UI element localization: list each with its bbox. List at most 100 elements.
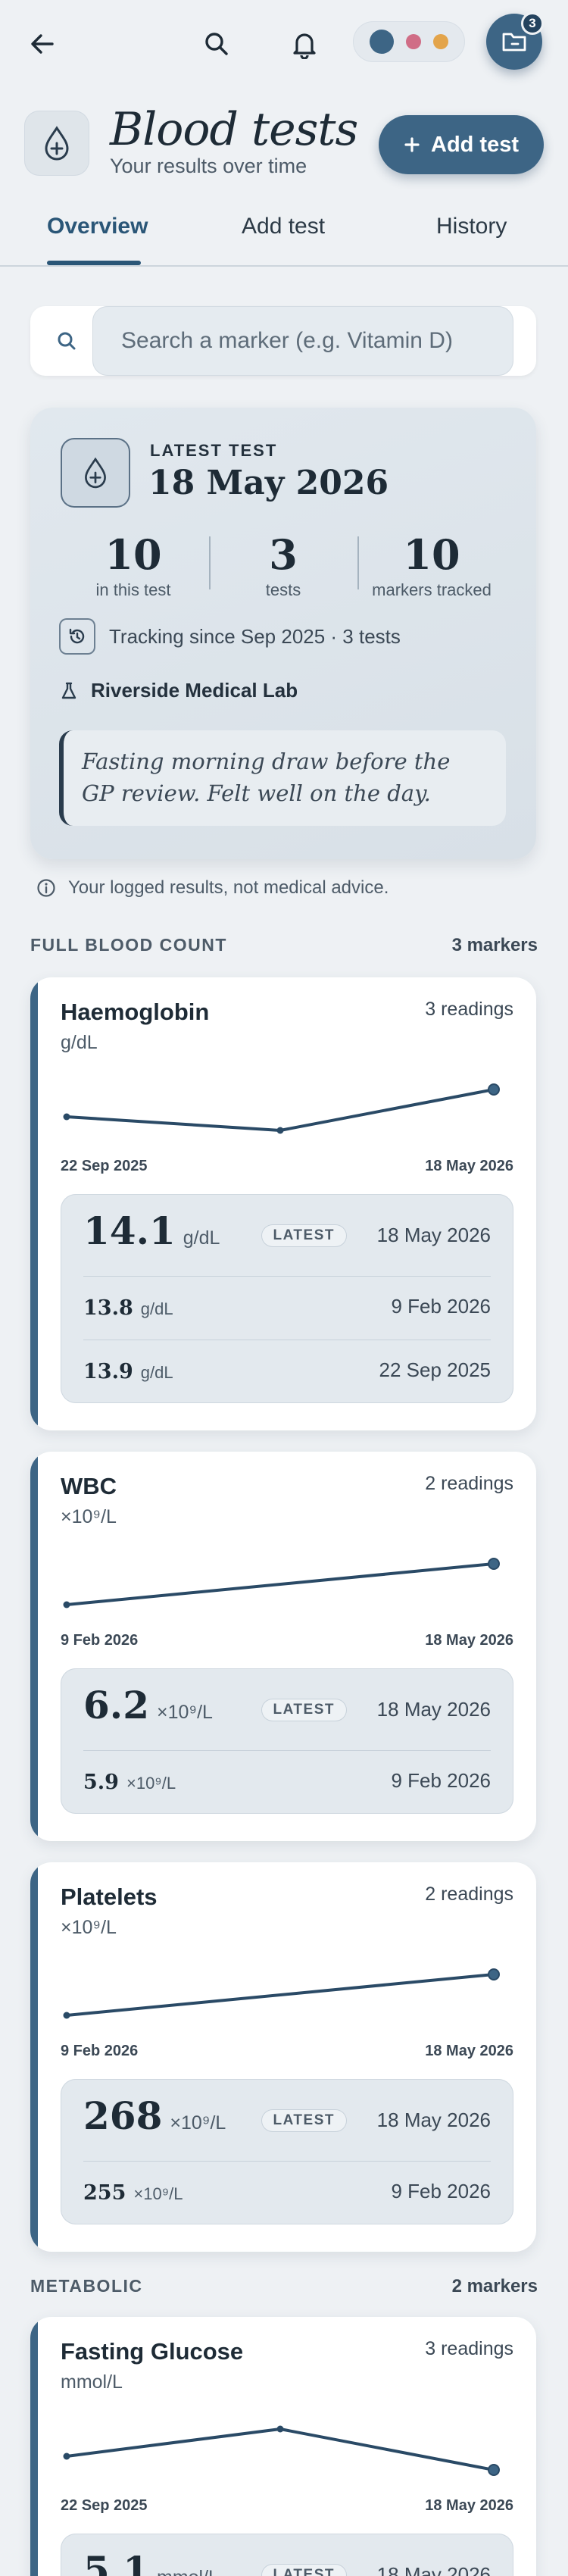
data-point [488, 2464, 500, 2476]
active-tab-indicator [47, 261, 141, 265]
last-date-label: 18 May 2026 [425, 2043, 513, 2059]
reading-row[interactable]: 13.9 g/dL 22 Sep 2025 [83, 1340, 491, 1403]
series-line [66, 2428, 495, 2471]
search-icon[interactable] [195, 23, 238, 65]
marker-card-fasting-glucose[interactable]: Fasting Glucose mmol/L 3 readings 22 Sep… [30, 2317, 536, 2576]
marker-name: Haemoglobin [61, 999, 210, 1025]
reading-value: 14.1 g/dL [83, 1208, 220, 1253]
plus-icon [404, 137, 420, 152]
section-count: 3 markers [451, 935, 538, 955]
series-line [66, 1088, 495, 1132]
stat-value: 10 [105, 530, 162, 579]
add-test-label: Add test [431, 132, 519, 157]
tracking-since: Tracking since Sep 2025 · 3 tests [59, 618, 401, 655]
first-date-label: 22 Sep 2025 [61, 1158, 148, 1174]
stat-in-this-test: 10 in this test [58, 530, 209, 600]
reading-row[interactable]: 255 ×10⁹/L 9 Feb 2026 [83, 2161, 491, 2224]
theme-switcher[interactable] [353, 21, 465, 62]
search-bar: Search a marker (e.g. Vitamin D) [30, 306, 536, 376]
first-date-label: 9 Feb 2026 [61, 2043, 139, 2059]
last-date-label: 18 May 2026 [425, 1632, 513, 1649]
section-title-full-blood-count: FULL BLOOD COUNT [30, 935, 227, 955]
folder-button[interactable]: 3 [486, 12, 544, 70]
marker-card-wbc[interactable]: WBC ×10⁹/L 2 readings 9 Feb 2026 18 May … [30, 1452, 536, 1841]
data-point [63, 1113, 70, 1121]
marker-card-platelets[interactable]: Platelets ×10⁹/L 2 readings 9 Feb 2026 1… [30, 1862, 536, 2252]
stat-value: 10 [403, 530, 460, 579]
readings-box: 14.1 g/dL LATEST 18 May 2026 13.8 g/dL 9 F… [61, 1194, 513, 1403]
reading-count: 3 readings [425, 999, 513, 1020]
stat-tests: 3 tests [208, 530, 359, 600]
reading-value: 6.2 ×10⁹/L [83, 1683, 213, 1727]
history-icon [59, 618, 95, 655]
card-accent-bar [30, 977, 38, 1430]
reading-row-latest[interactable]: 6.2 ×10⁹/L LATEST 18 May 2026 [83, 1668, 491, 1750]
marker-name: WBC [61, 1473, 117, 1499]
sparkline-chart [63, 1968, 500, 2019]
add-test-button[interactable]: Add test [379, 115, 544, 174]
reading-unit: ×10⁹/L [133, 2184, 183, 2203]
series-line [66, 1562, 495, 1606]
reading-value: 13.9 g/dL [83, 1360, 173, 1383]
bell-icon[interactable] [283, 23, 326, 65]
search-icon [51, 324, 82, 358]
marker-name: Fasting Glucose [61, 2338, 244, 2365]
reading-row-latest[interactable]: 268 ×10⁹/L LATEST 18 May 2026 [83, 2079, 491, 2161]
stat-label: tests [265, 580, 301, 599]
tab-overview[interactable]: Overview [47, 214, 148, 239]
reading-count: 2 readings [425, 1473, 513, 1494]
flask-icon [61, 682, 76, 699]
card-accent-bar [30, 1452, 38, 1841]
theme-dot-amber[interactable] [433, 34, 448, 49]
tab-add-test[interactable]: Add test [242, 214, 325, 239]
sparkline-chart [63, 2425, 500, 2476]
reading-date: 18 May 2026 [376, 2109, 491, 2131]
tab-bar: Overview Add test History [0, 205, 568, 267]
theme-dot-pink[interactable] [406, 34, 421, 49]
data-point [488, 1083, 500, 1096]
data-point [276, 1127, 284, 1134]
reading-value: 255 ×10⁹/L [83, 2181, 183, 2205]
marker-unit: mmol/L [61, 2371, 123, 2393]
reading-unit: g/dL [140, 1363, 173, 1382]
reading-unit: ×10⁹/L [157, 1702, 213, 1723]
reading-row[interactable]: 13.8 g/dL 9 Feb 2026 [83, 1276, 491, 1340]
latest-badge: LATEST [261, 1224, 347, 1247]
marker-card-haemoglobin[interactable]: Haemoglobin g/dL 3 readings 22 Sep 2025 … [30, 977, 536, 1430]
sparkline-chart [63, 1558, 500, 1608]
search-input[interactable]: Search a marker (e.g. Vitamin D) [92, 306, 513, 376]
reading-unit: mmol/L [157, 2567, 219, 2576]
tracking-text: Tracking since Sep 2025 · 3 tests [109, 624, 401, 648]
latest-badge: LATEST [261, 2564, 347, 2576]
reading-row-latest[interactable]: 14.1 g/dL LATEST 18 May 2026 [83, 1194, 491, 1276]
disclaimer: Your logged results, not medical advice. [36, 877, 389, 899]
marker-unit: g/dL [61, 1032, 98, 1053]
data-point [488, 1968, 500, 1980]
readings-box: 6.2 ×10⁹/L LATEST 18 May 2026 5.9 ×10⁹/L 9… [61, 1668, 513, 1814]
theme-dot-blue[interactable] [370, 30, 394, 54]
folder-icon [502, 33, 526, 52]
reading-date: 9 Feb 2026 [391, 2180, 491, 2202]
reading-value: 5.1mmol/L [83, 2548, 219, 2576]
reading-unit: ×10⁹/L [170, 2112, 226, 2134]
data-point [488, 1558, 500, 1570]
reading-unit: g/dL [140, 1299, 173, 1318]
reading-row[interactable]: 5.9 ×10⁹/L 9 Feb 2026 [83, 1750, 491, 1814]
card-accent-bar [30, 1862, 38, 2252]
reading-date: 18 May 2026 [376, 1224, 491, 1246]
latest-test-date: 18 May 2026 [148, 464, 389, 502]
marker-name: Platelets [61, 1884, 158, 1910]
latest-test-label: LATEST TEST [150, 441, 278, 460]
back-arrow-icon[interactable] [21, 23, 64, 65]
top-bar: 3 [0, 0, 568, 83]
reading-count: 3 readings [425, 2338, 513, 2359]
latest-badge: LATEST [261, 1699, 347, 1721]
reading-count: 2 readings [425, 1884, 513, 1905]
data-point [63, 2012, 70, 2019]
lab-name: Riverside Medical Lab [61, 679, 298, 702]
page-subtitle: Your results over time [110, 155, 307, 177]
reading-row-latest[interactable]: 5.1mmol/L LATEST 18 May 2026 [83, 2534, 491, 2576]
stat-label: markers tracked [372, 580, 492, 599]
latest-test-card[interactable]: LATEST TEST 18 May 2026 10 in this test … [30, 408, 536, 859]
tab-history[interactable]: History [436, 214, 507, 239]
